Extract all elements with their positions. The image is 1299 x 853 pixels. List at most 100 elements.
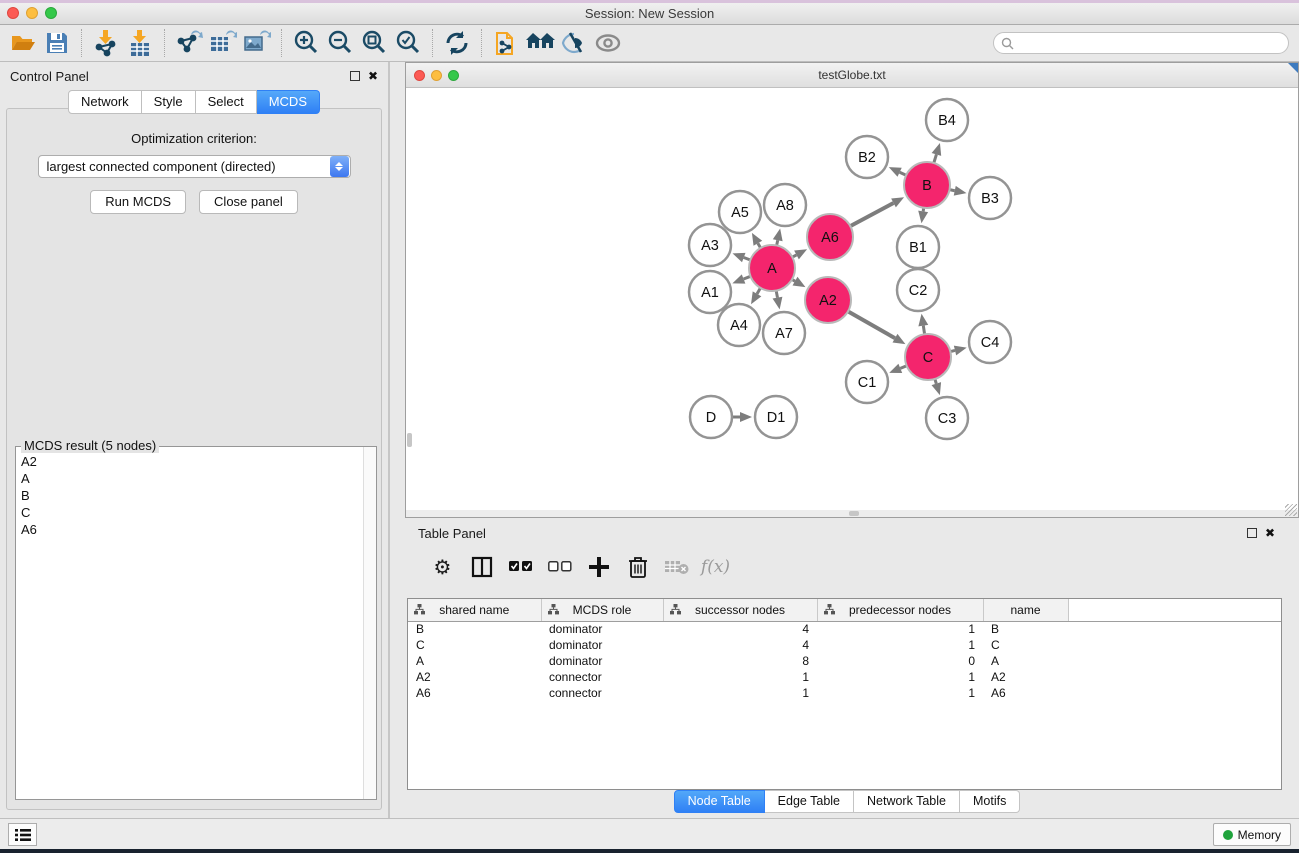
export-table-icon[interactable] (206, 27, 240, 59)
graphics-details-icon[interactable] (557, 27, 591, 59)
table-cell[interactable]: dominator (541, 637, 663, 653)
minimize-network-button[interactable] (431, 70, 442, 81)
zoom-selected-icon[interactable] (391, 27, 425, 59)
tab-network-table[interactable]: Network Table (854, 790, 960, 813)
network-window-titlebar[interactable]: testGlobe.txt (406, 63, 1298, 88)
vertical-scroll-thumb[interactable] (407, 433, 412, 447)
table-cell[interactable]: A6 (983, 685, 1068, 701)
export-network-icon[interactable] (172, 27, 206, 59)
result-scrollbar[interactable] (363, 447, 376, 799)
network-canvas[interactable]: B4B2BB3A5A8A6A3B1AA1C2A2A4A7CC4C1C3DD1 (406, 88, 1298, 510)
zoom-fit-icon[interactable] (357, 27, 391, 59)
close-panel-button[interactable]: Close panel (199, 190, 298, 214)
column-header-MCDS-role[interactable]: MCDS role (541, 599, 663, 621)
table-row[interactable]: A6connector11A6 (408, 685, 1281, 701)
table-cell[interactable]: C (408, 637, 541, 653)
graph-edge[interactable] (934, 154, 937, 163)
select-all-icon[interactable] (501, 550, 540, 584)
table-cell[interactable]: A2 (983, 669, 1068, 685)
zoom-window-button[interactable] (45, 7, 57, 19)
table-cell[interactable]: 0 (817, 653, 983, 669)
add-column-icon[interactable] (579, 550, 618, 584)
close-window-button[interactable] (7, 7, 19, 19)
tab-node-table[interactable]: Node Table (674, 790, 765, 813)
tab-edge-table[interactable]: Edge Table (765, 790, 854, 813)
memory-button[interactable]: Memory (1213, 823, 1291, 846)
table-cell[interactable]: 1 (663, 685, 817, 701)
zoom-in-icon[interactable] (289, 27, 323, 59)
table-cell[interactable]: A2 (408, 669, 541, 685)
show-hide-eye-icon[interactable] (591, 27, 625, 59)
task-history-button[interactable] (8, 823, 37, 846)
delete-table-icon[interactable] (657, 550, 696, 584)
close-network-button[interactable] (414, 70, 425, 81)
close-table-panel-icon[interactable]: ✖ (1265, 528, 1275, 538)
function-builder-icon[interactable]: f(x) (696, 550, 735, 584)
deselect-all-icon[interactable] (540, 550, 579, 584)
table-row[interactable]: A2connector11A2 (408, 669, 1281, 685)
table-cell[interactable]: 4 (663, 637, 817, 653)
table-cell[interactable]: 8 (663, 653, 817, 669)
table-row[interactable]: Bdominator41B (408, 621, 1281, 637)
float-table-panel-icon[interactable] (1247, 528, 1257, 538)
graph-edge[interactable] (850, 203, 893, 226)
table-cell[interactable]: C (983, 637, 1068, 653)
table-cell[interactable]: A6 (408, 685, 541, 701)
node-table-grid[interactable]: shared nameMCDS rolesuccessor nodesprede… (408, 599, 1281, 701)
run-mcds-button[interactable]: Run MCDS (90, 190, 186, 214)
graph-edge[interactable] (776, 291, 777, 298)
table-cell[interactable]: connector (541, 685, 663, 701)
table-cell[interactable]: A (983, 653, 1068, 669)
table-cell[interactable]: dominator (541, 653, 663, 669)
graph-edge[interactable] (757, 288, 760, 294)
tab-select[interactable]: Select (196, 90, 257, 114)
graph-edge[interactable] (848, 311, 895, 338)
criterion-dropdown[interactable]: largest connected component (directed) (38, 155, 351, 178)
table-cell[interactable]: A (408, 653, 541, 669)
graph-edge[interactable] (900, 366, 906, 369)
table-cell[interactable]: 1 (817, 621, 983, 637)
mcds-result-item[interactable]: A2 (16, 453, 362, 470)
zoom-network-button[interactable] (448, 70, 459, 81)
table-cell[interactable]: dominator (541, 621, 663, 637)
import-table-icon[interactable] (123, 27, 157, 59)
window-titlebar[interactable]: Session: New Session (0, 3, 1299, 25)
close-panel-icon[interactable]: ✖ (368, 71, 378, 81)
tab-style[interactable]: Style (142, 90, 196, 114)
horizontal-scroll-thumb[interactable] (849, 511, 859, 516)
tab-network[interactable]: Network (68, 90, 142, 114)
table-cell[interactable]: B (983, 621, 1068, 637)
zoom-out-icon[interactable] (323, 27, 357, 59)
ndex-home-icon[interactable] (523, 27, 557, 59)
search-field[interactable] (993, 32, 1289, 54)
column-header-shared-name[interactable]: shared name (408, 599, 541, 621)
float-panel-icon[interactable] (350, 71, 360, 81)
tab-mcds[interactable]: MCDS (257, 90, 320, 114)
search-input[interactable] (1018, 36, 1288, 50)
apply-layout-icon[interactable] (440, 27, 474, 59)
mcds-result-item[interactable]: A6 (16, 521, 362, 538)
mcds-result-item[interactable]: B (16, 487, 362, 504)
mcds-result-list[interactable]: A2ABCA6 (16, 453, 362, 799)
resize-grip[interactable] (1285, 504, 1297, 516)
delete-column-trash-icon[interactable] (618, 550, 657, 584)
tab-motifs[interactable]: Motifs (960, 790, 1020, 813)
column-selector-icon[interactable] (462, 550, 501, 584)
export-image-icon[interactable] (240, 27, 274, 59)
table-cell[interactable]: 1 (817, 685, 983, 701)
save-session-icon[interactable] (40, 27, 74, 59)
mcds-result-item[interactable]: A (16, 470, 362, 487)
graph-edge[interactable] (744, 258, 751, 260)
mcds-result-item[interactable]: C (16, 504, 362, 521)
table-cell[interactable]: 1 (817, 637, 983, 653)
column-header-successor-nodes[interactable]: successor nodes (663, 599, 817, 621)
column-header-name[interactable]: name (983, 599, 1068, 621)
import-network-icon[interactable] (89, 27, 123, 59)
table-settings-gear-icon[interactable]: ⚙ (423, 550, 462, 584)
table-cell[interactable]: B (408, 621, 541, 637)
open-session-icon[interactable] (6, 27, 40, 59)
graph-edge[interactable] (923, 326, 924, 335)
new-network-from-selection-icon[interactable] (489, 27, 523, 59)
table-cell[interactable]: 4 (663, 621, 817, 637)
minimize-window-button[interactable] (26, 7, 38, 19)
